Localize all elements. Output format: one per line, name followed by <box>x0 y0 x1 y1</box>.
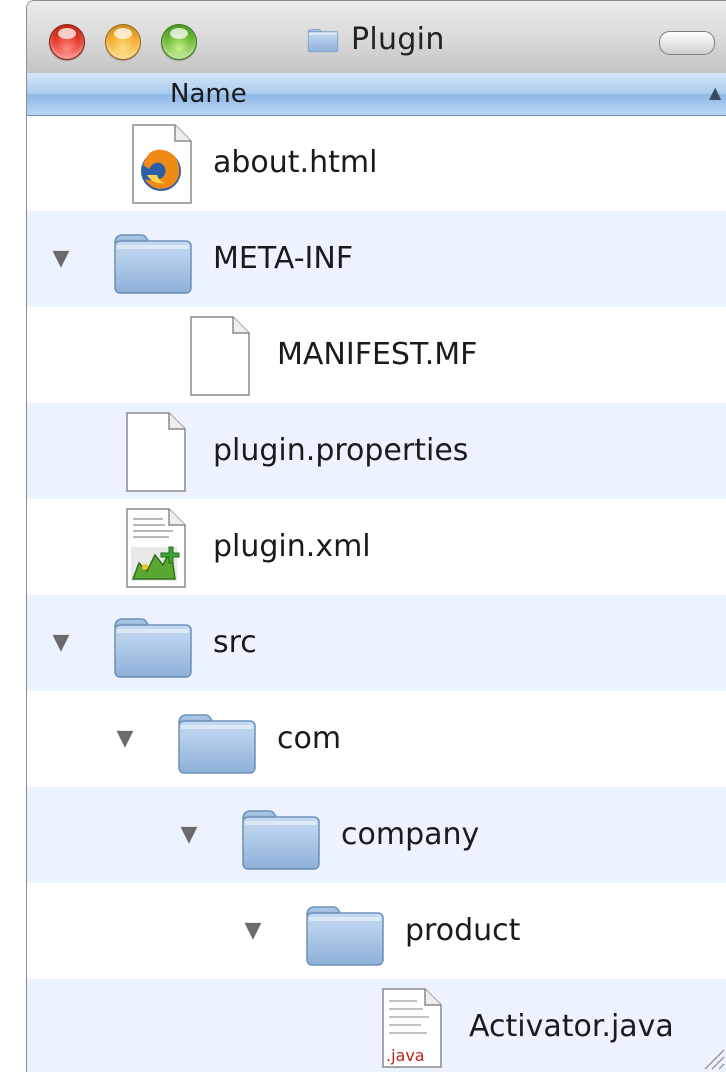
folder-name: src <box>213 625 257 660</box>
folder-icon <box>111 219 195 301</box>
folder-row-company[interactable]: ▼ company <box>27 787 726 883</box>
folder-name: com <box>277 721 342 756</box>
java-extension-text: .java <box>386 1046 425 1065</box>
disclosure-triangle-icon[interactable]: ▼ <box>113 728 137 750</box>
column-header-name[interactable]: Name ▲ <box>27 73 726 116</box>
file-name: plugin.properties <box>213 433 469 468</box>
minimize-window-button[interactable] <box>105 24 141 60</box>
file-list: about.html ▼ META-INF MANIFEST.MF plugin… <box>27 115 726 1072</box>
disclosure-triangle-icon[interactable]: ▼ <box>49 632 73 654</box>
close-window-button[interactable] <box>49 24 85 60</box>
file-row-plugin-properties[interactable]: plugin.properties <box>27 403 726 499</box>
folder-row-meta-inf[interactable]: ▼ META-INF <box>27 211 726 307</box>
folder-row-product[interactable]: ▼ product <box>27 883 726 979</box>
toolbar-toggle-button[interactable] <box>659 31 715 55</box>
file-name: Activator.java <box>469 1009 674 1044</box>
file-row-plugin-xml[interactable]: plugin.xml <box>27 499 726 595</box>
blank-document-icon <box>177 315 261 397</box>
finder-window: Plugin Name ▲ about.html ▼ META-INF MANI… <box>26 0 726 1072</box>
folder-name: META-INF <box>213 241 354 276</box>
folder-icon <box>303 23 343 55</box>
resize-grip-icon[interactable] <box>699 1044 725 1070</box>
column-header-label: Name <box>170 79 247 109</box>
zoom-window-button[interactable] <box>161 24 197 60</box>
java-file-icon: .java <box>369 987 453 1069</box>
file-row-manifest[interactable]: MANIFEST.MF <box>27 307 726 403</box>
folder-row-com[interactable]: ▼ com <box>27 691 726 787</box>
window-title-text: Plugin <box>351 21 445 57</box>
xml-document-icon <box>113 507 197 589</box>
title-bar: Plugin <box>27 1 726 74</box>
file-row-activator-java[interactable]: .java Activator.java <box>27 979 726 1072</box>
folder-icon <box>175 699 259 781</box>
folder-icon <box>111 603 195 685</box>
file-name: about.html <box>213 145 378 180</box>
window-title: Plugin <box>303 21 445 57</box>
firefox-html-file-icon <box>119 123 203 205</box>
disclosure-triangle-icon[interactable]: ▼ <box>241 920 265 942</box>
folder-name: company <box>341 817 480 852</box>
folder-row-src[interactable]: ▼ src <box>27 595 726 691</box>
folder-icon <box>303 891 387 973</box>
file-row-about-html[interactable]: about.html <box>27 115 726 211</box>
sort-ascending-icon: ▲ <box>709 83 722 102</box>
folder-icon <box>239 795 323 877</box>
folder-name: product <box>405 913 521 948</box>
blank-document-icon <box>113 411 197 493</box>
file-name: MANIFEST.MF <box>277 337 478 372</box>
disclosure-triangle-icon[interactable]: ▼ <box>177 824 201 846</box>
disclosure-triangle-icon[interactable]: ▼ <box>49 248 73 270</box>
file-name: plugin.xml <box>213 529 371 564</box>
